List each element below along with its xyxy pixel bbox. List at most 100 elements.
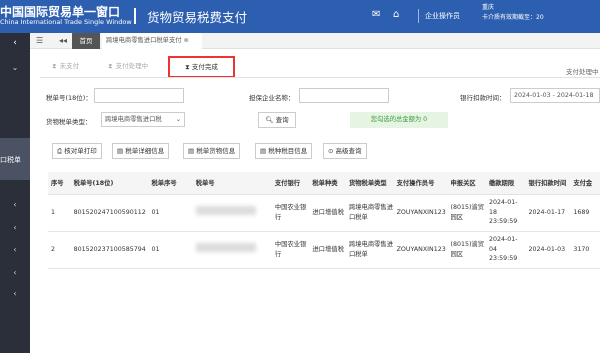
- subtab-completed-label: 支付完成: [191, 63, 218, 71]
- document-icon: ▤: [188, 147, 195, 155]
- header-divider: [418, 9, 419, 23]
- table-cell: 跨境电商零售进口税单: [345, 231, 394, 269]
- app-title: 货物贸易税费支付: [147, 10, 248, 25]
- guarantor-input[interactable]: [299, 88, 389, 103]
- table-cell: 中国农业银行: [271, 194, 310, 232]
- table-cell: 跨境电商零售进口税单: [345, 194, 394, 232]
- hourglass-icon: ⧗: [52, 62, 57, 70]
- column-header[interactable]: 货物税单类型: [345, 172, 394, 195]
- sidebar-chevron-icon[interactable]: ‹: [0, 200, 30, 209]
- sidebar-expand-icon[interactable]: ⌄: [0, 63, 30, 72]
- table-header-row: 序号 税单号(18位) 税单序号 税单号 支付银行 税单种类 货物税单类型 支付…: [48, 172, 600, 195]
- tax-no-input[interactable]: [94, 88, 184, 103]
- print-check-button[interactable]: ⎙ 核对单打印: [52, 143, 102, 159]
- selected-total: 您勾选的总金额为 0: [350, 112, 448, 128]
- logo-subtitle: China International Trade Single Window: [0, 18, 132, 26]
- rewind-icon[interactable]: ◂◂: [59, 36, 67, 45]
- table-cell: 801520247100590112: [70, 194, 149, 232]
- search-button-label: 查询: [275, 116, 289, 124]
- search-icon: ⊙: [328, 147, 334, 155]
- advanced-search-button[interactable]: ⊙ 高级查询: [323, 143, 367, 159]
- tax-table-wrapper: 序号 税单号(18位) 税单序号 税单号 支付银行 税单种类 货物税单类型 支付…: [48, 172, 600, 353]
- table-cell: ZOUYANXIN123: [393, 231, 448, 269]
- column-header[interactable]: 银行扣款时间: [525, 172, 571, 195]
- column-header[interactable]: 支付金: [570, 172, 600, 195]
- user-info: 重庆 卡介质有效期截至：20: [482, 3, 600, 30]
- sidebar-chevron-icon[interactable]: ‹: [0, 268, 30, 277]
- table-cell: 中国农业银行: [271, 231, 310, 269]
- tax-item-label: 税种税目信息: [268, 147, 308, 155]
- sidebar-item-label[interactable]: 口税单: [0, 155, 21, 165]
- tax-goods-button[interactable]: ▤ 税单货物信息: [183, 143, 241, 159]
- guarantor-label: 担保企业名称：: [249, 94, 295, 102]
- search-button[interactable]: 🔍︎ 查询: [258, 112, 296, 128]
- print-check-label: 核对单打印: [64, 147, 97, 155]
- chevron-down-icon: ⌄: [175, 116, 181, 123]
- table-cell-redacted: [192, 194, 272, 232]
- user-type: 企业操作员: [425, 12, 460, 20]
- column-header[interactable]: 税单种类: [309, 172, 346, 195]
- column-header[interactable]: 申报关区: [447, 172, 486, 195]
- column-header[interactable]: 序号: [48, 172, 71, 195]
- table-cell: 2024-01-18 23:59:59: [485, 194, 526, 232]
- table-cell: ZOUYANXIN123: [393, 194, 448, 232]
- subtab-unpaid-label: 未支付: [59, 62, 80, 70]
- sidebar-chevron-icon[interactable]: ‹: [0, 223, 30, 232]
- table-cell: 2024-01-04 23:59:59: [485, 231, 526, 269]
- table-cell: 2: [48, 231, 71, 269]
- sidebar: ‹ ⌄ 口税单 ‹ ‹ ‹ ‹ ‹: [0, 33, 30, 353]
- column-header[interactable]: 支付操作员号: [393, 172, 448, 195]
- sidebar-chevron-icon[interactable]: ‹: [0, 245, 30, 254]
- tab-bar: ☰ ◂◂ 首页 跨境电商零售进口税单支付 ⊗: [30, 33, 600, 49]
- tax-item-button[interactable]: ▤ 税种税目信息: [255, 143, 313, 159]
- tax-detail-button[interactable]: ▤ 税单详细信息: [112, 143, 170, 159]
- subtab-divider: [40, 77, 600, 78]
- column-header[interactable]: 缴款期限: [485, 172, 526, 195]
- table-cell: 2024-01-03: [525, 231, 571, 269]
- card-expiry: 卡介质有效期截至：20: [482, 14, 544, 21]
- column-header[interactable]: 税单序号: [148, 172, 193, 195]
- table-cell: 1689: [570, 194, 600, 232]
- tax-type-label: 货物税单类型：: [46, 118, 92, 126]
- sidebar-collapse-icon[interactable]: ‹: [0, 33, 30, 53]
- hourglass-icon: ⧗: [108, 62, 113, 70]
- deduct-date-input[interactable]: 2024-01-03 - 2024-01-18: [510, 88, 600, 103]
- redacted-block: [195, 206, 256, 216]
- table-cell: 2024-01-17: [525, 194, 571, 232]
- subtab-completed[interactable]: ⧗ 支付完成: [168, 56, 235, 78]
- mail-icon[interactable]: ✉: [372, 9, 380, 20]
- deduct-date-label: 银行扣款时间：: [460, 94, 506, 102]
- subtab-unpaid[interactable]: ⧗ 未支付: [52, 56, 79, 76]
- subtab-processing[interactable]: ⧗ 支付处理中: [108, 56, 148, 76]
- tax-table: 序号 税单号(18位) 税单序号 税单号 支付银行 税单种类 货物税单类型 支付…: [48, 172, 600, 269]
- menu-icon[interactable]: ☰: [36, 36, 43, 45]
- tab-home[interactable]: 首页: [72, 33, 100, 49]
- document-icon: ▤: [260, 147, 267, 155]
- sidebar-chevron-icon[interactable]: ‹: [0, 289, 30, 298]
- column-header[interactable]: 税单号(18位): [70, 172, 149, 195]
- message-icon[interactable]: ⌂: [393, 9, 399, 20]
- tax-detail-label: 税单详细信息: [125, 147, 165, 155]
- tax-goods-label: 税单货物信息: [196, 147, 236, 155]
- table-cell: (8015)渝贸园区: [447, 194, 486, 232]
- column-header[interactable]: 支付银行: [271, 172, 310, 195]
- table-row[interactable]: 2 801520237100585794 01 中国农业银行 进口增值税 跨境电…: [48, 231, 600, 269]
- table-cell: 3170: [570, 231, 600, 269]
- tab-current-label: 跨境电商零售进口税单支付: [106, 37, 182, 44]
- tax-type-value: 跨境电商零售进口税: [105, 116, 162, 123]
- print-icon: ⎙: [57, 147, 63, 155]
- document-icon: ▤: [117, 147, 124, 155]
- table-cell: 1: [48, 194, 71, 232]
- top-bar: 中国国际贸易单一窗口 China International Trade Sin…: [0, 0, 600, 33]
- column-header[interactable]: 税单号: [192, 172, 272, 195]
- close-icon[interactable]: ⊗: [184, 37, 189, 44]
- table-cell: 801520237100585794: [70, 231, 149, 269]
- table-cell: (8015)渝贸园区: [447, 231, 486, 269]
- status-hint: 支付处理中: [566, 68, 599, 76]
- subtab-processing-label: 支付处理中: [115, 62, 149, 70]
- table-cell: 01: [148, 194, 193, 232]
- tax-type-select[interactable]: 跨境电商零售进口税 ⌄: [101, 112, 185, 127]
- title-divider: [134, 8, 136, 24]
- tab-current[interactable]: 跨境电商零售进口税单支付 ⊗: [102, 33, 202, 49]
- table-row[interactable]: 1 801520247100590112 01 中国农业银行 进口增值税 跨境电…: [48, 194, 600, 232]
